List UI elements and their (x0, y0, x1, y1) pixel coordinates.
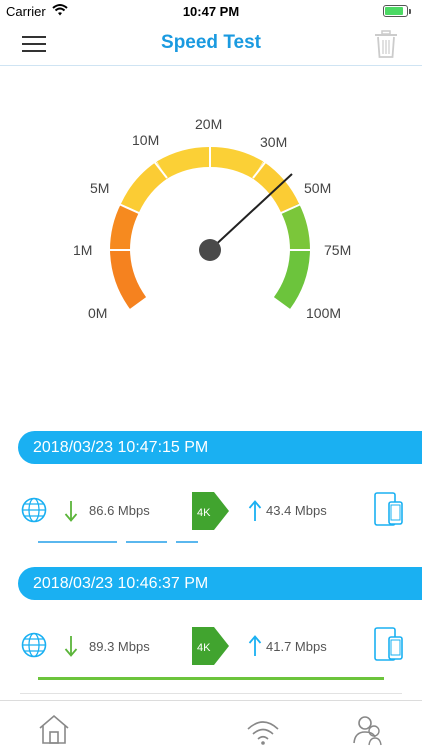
gauge-label-0M: 0M (88, 305, 107, 321)
gauge-segment-1-5 (109, 203, 140, 251)
gauge-label-20M: 20M (195, 116, 222, 132)
upload-speed: 41.7 Mbps (266, 639, 327, 654)
tab-bar (0, 700, 422, 750)
4k-badge-icon: 4K (192, 492, 229, 530)
devices-icon (374, 627, 403, 661)
download-arrow-icon (64, 501, 78, 522)
download-arrow-icon (64, 636, 78, 657)
gauge-segment-50-75 (280, 203, 311, 251)
speed-gauge: 0M 1M 5M 10M 20M 30M 50M 75M 100M (73, 116, 351, 321)
speed-test-screen: Carrier 10:47 PM Speed Test 0M 1M 5M 10M… (0, 0, 422, 750)
home-icon[interactable] (24, 701, 84, 750)
speedometer-icon[interactable] (128, 701, 188, 750)
4k-badge-icon: 4K (192, 627, 229, 665)
gauge-label-1M: 1M (73, 242, 92, 258)
gauge-hub (199, 239, 221, 261)
record-timestamp: 2018/03/23 10:46:37 PM (33, 575, 209, 592)
navigation-bar: Speed Test (0, 22, 422, 66)
badge-label: 4K (197, 642, 211, 654)
download-speed: 89.3 Mbps (89, 639, 150, 654)
badge-label: 4K (197, 507, 211, 519)
gauge-label-10M: 10M (132, 132, 159, 148)
progress-segment (126, 541, 167, 543)
gauge-needle (209, 173, 293, 251)
progress-segment (38, 541, 117, 543)
hamburger-icon[interactable] (22, 34, 48, 54)
battery-icon (383, 5, 411, 17)
wifi-signal-icon[interactable] (233, 701, 293, 750)
users-icon[interactable] (338, 701, 398, 750)
record-row[interactable]: 86.6 Mbps 4K 43.4 Mbps (0, 488, 422, 538)
page-title: Speed Test (161, 32, 261, 53)
upload-arrow-icon (248, 500, 262, 521)
upload-speed: 43.4 Mbps (266, 503, 327, 518)
progress-segment (176, 541, 198, 543)
record-timestamp: 2018/03/23 10:47:15 PM (33, 439, 209, 456)
gauge-segment-10-20 (156, 146, 211, 179)
record-row[interactable]: 89.3 Mbps 4K 41.7 Mbps (0, 623, 422, 673)
divider (20, 693, 402, 694)
globe-icon (21, 497, 47, 523)
gauge-label-5M: 5M (90, 180, 109, 196)
globe-icon (21, 632, 47, 658)
clock: 10:47 PM (182, 4, 240, 19)
record-timestamp-bar[interactable]: 2018/03/23 10:47:15 PM (18, 431, 422, 464)
status-bar: Carrier 10:47 PM (0, 0, 422, 22)
progress-bar (38, 677, 384, 680)
gauge-segment-75-100 (273, 249, 310, 309)
gauge-label-75M: 75M (324, 242, 351, 258)
gauge-segment-5-10 (120, 161, 168, 213)
record-timestamp-bar[interactable]: 2018/03/23 10:46:37 PM (18, 567, 422, 600)
upload-arrow-icon (248, 635, 262, 656)
gauge-label-50M: 50M (304, 180, 331, 196)
gauge-segment-20-30 (209, 146, 264, 179)
trash-icon[interactable] (374, 30, 398, 58)
gauge-segment-0-1 (110, 249, 147, 309)
download-speed: 86.6 Mbps (89, 503, 150, 518)
devices-icon (374, 492, 403, 526)
gauge-label-30M: 30M (260, 134, 287, 150)
gauge-label-100M: 100M (306, 305, 341, 321)
